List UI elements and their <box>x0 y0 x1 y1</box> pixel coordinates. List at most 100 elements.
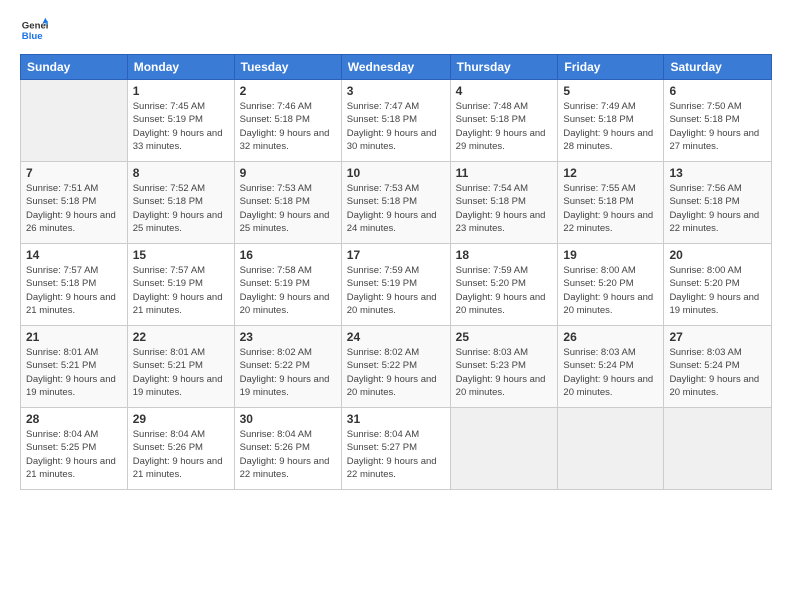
day-number: 29 <box>133 412 229 426</box>
day-info: Sunrise: 7:45 AMSunset: 5:19 PMDaylight:… <box>133 100 229 153</box>
calendar-cell: 21Sunrise: 8:01 AMSunset: 5:21 PMDayligh… <box>21 326 128 408</box>
calendar-cell: 14 Sunrise: 7:57 AMSunset: 5:18 PMDayligh… <box>21 244 128 326</box>
calendar-cell: 22 Sunrise: 8:01 AMSunset: 5:21 PMDayligh… <box>127 326 234 408</box>
calendar-week-4: 21 Sunrise: 8:01 AMSunset: 5:21 PMDayligh… <box>21 326 772 408</box>
calendar-cell: 16Sunrise: 7:58 AMSunset: 5:19 PMDayligh… <box>234 244 341 326</box>
day-info: Sunrise: 8:04 AMSunset: 5:26 PMDaylight:… <box>240 428 336 481</box>
day-info: Sunrise: 7:49 AMSunset: 5:18 PMDaylight:… <box>563 100 658 153</box>
header: General Blue <box>20 16 772 44</box>
calendar-table: SundayMondayTuesdayWednesdayThursdayFrid… <box>20 54 772 490</box>
calendar-cell <box>558 408 664 490</box>
weekday-header-saturday: Saturday <box>664 55 772 80</box>
day-info: Sunrise: 7:57 AMSunset: 5:19 PMDaylight:… <box>133 264 229 317</box>
calendar-cell: 18 Sunrise: 7:59 AMSunset: 5:20 PMDayligh… <box>450 244 558 326</box>
weekday-header-thursday: Thursday <box>450 55 558 80</box>
logo: General Blue <box>20 16 48 44</box>
day-number: 1 <box>133 84 229 98</box>
calendar-week-1: 1 Sunrise: 7:45 AMSunset: 5:19 PMDaylight… <box>21 80 772 162</box>
logo-icon: General Blue <box>20 16 48 44</box>
day-info: Sunrise: 7:59 AMSunset: 5:20 PMDaylight:… <box>456 264 553 317</box>
calendar-cell: 5 Sunrise: 7:49 AMSunset: 5:18 PMDaylight… <box>558 80 664 162</box>
calendar-cell: 20 Sunrise: 8:00 AMSunset: 5:20 PMDayligh… <box>664 244 772 326</box>
svg-text:Blue: Blue <box>22 31 43 42</box>
calendar-cell: 25 Sunrise: 8:03 AMSunset: 5:23 PMDayligh… <box>450 326 558 408</box>
day-info: Sunrise: 8:00 AMSunset: 5:20 PMDaylight:… <box>563 264 658 317</box>
calendar-cell: 1 Sunrise: 7:45 AMSunset: 5:19 PMDaylight… <box>127 80 234 162</box>
day-number: 15 <box>133 248 229 262</box>
calendar-cell <box>21 80 128 162</box>
calendar-cell: 28Sunrise: 8:04 AMSunset: 5:25 PMDayligh… <box>21 408 128 490</box>
day-number: 8 <box>133 166 229 180</box>
calendar-cell: 29 Sunrise: 8:04 AMSunset: 5:26 PMDayligh… <box>127 408 234 490</box>
calendar-cell: 7 Sunrise: 7:51 AMSunset: 5:18 PMDaylight… <box>21 162 128 244</box>
day-info: Sunrise: 7:47 AMSunset: 5:18 PMDaylight:… <box>347 100 445 153</box>
calendar-cell: 11Sunrise: 7:54 AMSunset: 5:18 PMDayligh… <box>450 162 558 244</box>
calendar-cell: 9 Sunrise: 7:53 AMSunset: 5:18 PMDaylight… <box>234 162 341 244</box>
day-info: Sunrise: 8:04 AMSunset: 5:26 PMDaylight:… <box>133 428 229 481</box>
day-info: Sunrise: 8:00 AMSunset: 5:20 PMDaylight:… <box>669 264 766 317</box>
day-info: Sunrise: 8:02 AMSunset: 5:22 PMDaylight:… <box>347 346 445 399</box>
day-info: Sunrise: 8:03 AMSunset: 5:24 PMDaylight:… <box>563 346 658 399</box>
calendar-cell: 10 Sunrise: 7:53 AMSunset: 5:18 PMDayligh… <box>341 162 450 244</box>
calendar-cell <box>664 408 772 490</box>
day-number: 25 <box>456 330 553 344</box>
calendar-cell: 8Sunrise: 7:52 AMSunset: 5:18 PMDaylight… <box>127 162 234 244</box>
day-number: 22 <box>133 330 229 344</box>
day-number: 14 <box>26 248 122 262</box>
day-info: Sunrise: 8:04 AMSunset: 5:25 PMDaylight:… <box>26 428 122 481</box>
calendar-cell: 31 Sunrise: 8:04 AMSunset: 5:27 PMDayligh… <box>341 408 450 490</box>
day-info: Sunrise: 7:59 AMSunset: 5:19 PMDaylight:… <box>347 264 445 317</box>
calendar-cell: 27Sunrise: 8:03 AMSunset: 5:24 PMDayligh… <box>664 326 772 408</box>
day-number: 20 <box>669 248 766 262</box>
weekday-header-wednesday: Wednesday <box>341 55 450 80</box>
calendar-cell: 12 Sunrise: 7:55 AMSunset: 5:18 PMDayligh… <box>558 162 664 244</box>
calendar-cell: 17 Sunrise: 7:59 AMSunset: 5:19 PMDayligh… <box>341 244 450 326</box>
day-number: 7 <box>26 166 122 180</box>
day-info: Sunrise: 7:57 AMSunset: 5:18 PMDaylight:… <box>26 264 122 317</box>
day-number: 31 <box>347 412 445 426</box>
day-info: Sunrise: 7:55 AMSunset: 5:18 PMDaylight:… <box>563 182 658 235</box>
day-number: 2 <box>240 84 336 98</box>
day-info: Sunrise: 8:03 AMSunset: 5:23 PMDaylight:… <box>456 346 553 399</box>
weekday-header-sunday: Sunday <box>21 55 128 80</box>
weekday-header-friday: Friday <box>558 55 664 80</box>
calendar-cell: 19Sunrise: 8:00 AMSunset: 5:20 PMDayligh… <box>558 244 664 326</box>
day-number: 23 <box>240 330 336 344</box>
day-number: 30 <box>240 412 336 426</box>
day-number: 9 <box>240 166 336 180</box>
calendar-cell: 15 Sunrise: 7:57 AMSunset: 5:19 PMDayligh… <box>127 244 234 326</box>
day-number: 26 <box>563 330 658 344</box>
day-info: Sunrise: 8:01 AMSunset: 5:21 PMDaylight:… <box>133 346 229 399</box>
calendar-cell: 24 Sunrise: 8:02 AMSunset: 5:22 PMDayligh… <box>341 326 450 408</box>
weekday-header-row: SundayMondayTuesdayWednesdayThursdayFrid… <box>21 55 772 80</box>
day-number: 4 <box>456 84 553 98</box>
calendar-cell: 6Sunrise: 7:50 AMSunset: 5:18 PMDaylight… <box>664 80 772 162</box>
day-info: Sunrise: 7:48 AMSunset: 5:18 PMDaylight:… <box>456 100 553 153</box>
day-number: 16 <box>240 248 336 262</box>
day-info: Sunrise: 7:53 AMSunset: 5:18 PMDaylight:… <box>240 182 336 235</box>
day-number: 24 <box>347 330 445 344</box>
day-number: 21 <box>26 330 122 344</box>
weekday-header-monday: Monday <box>127 55 234 80</box>
day-info: Sunrise: 7:46 AMSunset: 5:18 PMDaylight:… <box>240 100 336 153</box>
day-info: Sunrise: 7:51 AMSunset: 5:18 PMDaylight:… <box>26 182 122 235</box>
day-info: Sunrise: 7:54 AMSunset: 5:18 PMDaylight:… <box>456 182 553 235</box>
day-info: Sunrise: 8:04 AMSunset: 5:27 PMDaylight:… <box>347 428 445 481</box>
page: General Blue SundayMondayTuesdayWednesda… <box>0 0 792 612</box>
weekday-header-tuesday: Tuesday <box>234 55 341 80</box>
calendar-cell: 3Sunrise: 7:47 AMSunset: 5:18 PMDaylight… <box>341 80 450 162</box>
calendar-cell <box>450 408 558 490</box>
calendar-cell: 26 Sunrise: 8:03 AMSunset: 5:24 PMDayligh… <box>558 326 664 408</box>
calendar-week-5: 28Sunrise: 8:04 AMSunset: 5:25 PMDayligh… <box>21 408 772 490</box>
day-number: 6 <box>669 84 766 98</box>
calendar-cell: 2 Sunrise: 7:46 AMSunset: 5:18 PMDaylight… <box>234 80 341 162</box>
day-number: 17 <box>347 248 445 262</box>
calendar-cell: 13Sunrise: 7:56 AMSunset: 5:18 PMDayligh… <box>664 162 772 244</box>
day-number: 10 <box>347 166 445 180</box>
calendar-cell: 4 Sunrise: 7:48 AMSunset: 5:18 PMDaylight… <box>450 80 558 162</box>
day-number: 18 <box>456 248 553 262</box>
day-number: 12 <box>563 166 658 180</box>
day-info: Sunrise: 7:53 AMSunset: 5:18 PMDaylight:… <box>347 182 445 235</box>
day-number: 5 <box>563 84 658 98</box>
day-number: 13 <box>669 166 766 180</box>
